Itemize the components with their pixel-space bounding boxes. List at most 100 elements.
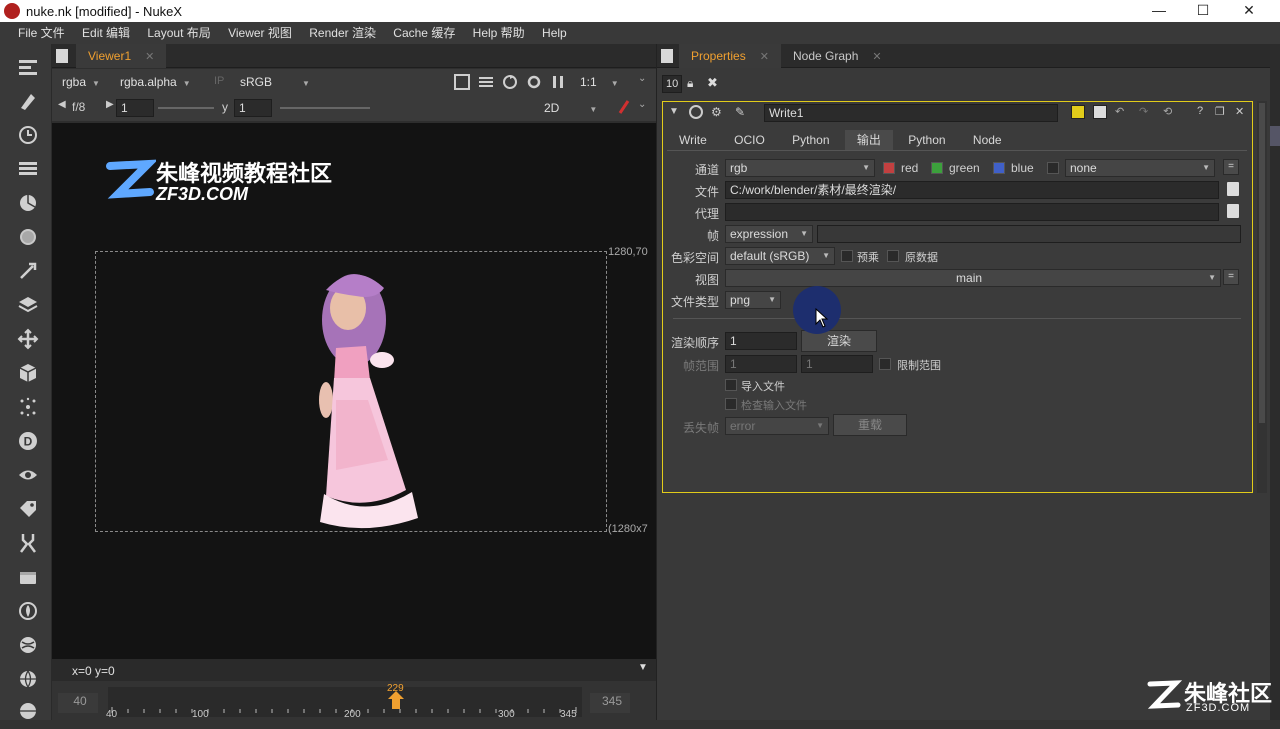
time-toolset-icon[interactable]	[15, 124, 41, 150]
view-mode-dropdown[interactable]: 2D ▼	[538, 99, 606, 117]
gain-field[interactable]: 1	[116, 99, 154, 117]
gamma-field[interactable]: 1	[234, 99, 272, 117]
gain-slider[interactable]	[158, 107, 214, 109]
properties-scrollbar[interactable]	[1257, 101, 1267, 493]
channels-select[interactable]: rgb ▼	[725, 159, 875, 177]
node-gl-color-swatch[interactable]	[1093, 105, 1107, 119]
redo-icon[interactable]: ↷	[1139, 105, 1148, 118]
menu-help[interactable]: Help	[535, 22, 574, 44]
read-file-checkbox[interactable]	[725, 379, 737, 391]
draw-toolset-icon[interactable]	[15, 90, 41, 116]
roi-icon[interactable]	[454, 74, 470, 90]
raw-data-checkbox[interactable]	[887, 250, 899, 262]
3d-toolset-icon[interactable]	[15, 362, 41, 388]
node-tab-python[interactable]: Python	[780, 130, 841, 150]
node-color-swatch[interactable]	[1071, 105, 1085, 119]
collapse-icon[interactable]: ⌄	[638, 73, 646, 84]
maximize-button[interactable]: ☐	[1180, 0, 1226, 22]
menu-edit[interactable]: Edit 编辑	[75, 22, 137, 44]
lock-icon[interactable]: 🔒︎	[687, 76, 693, 91]
node-tab-write[interactable]: Write	[667, 130, 719, 150]
color-toolset-icon[interactable]	[15, 192, 41, 218]
timeline-track[interactable]: 229 40 100 200 300 345	[106, 683, 582, 720]
file-browse-icon[interactable]	[1227, 182, 1239, 196]
filter-toolset-icon[interactable]	[15, 226, 41, 252]
menu-cache[interactable]: Cache 缓存	[386, 22, 462, 44]
menu-file[interactable]: File 文件	[11, 22, 72, 44]
frame-range-last-field[interactable]: 1	[801, 355, 873, 373]
node-tools-icon[interactable]: ✎	[735, 105, 745, 119]
menu-layout[interactable]: Layout 布局	[140, 22, 217, 44]
node-tab-output[interactable]: 输出	[844, 130, 893, 150]
menu-viewer[interactable]: Viewer 视图	[221, 22, 299, 44]
node-tab-ocio[interactable]: OCIO	[722, 130, 777, 150]
close-node-icon[interactable]: ✕	[1235, 105, 1244, 118]
node-tab-node[interactable]: Node	[961, 130, 1014, 150]
channels-link-button[interactable]: =	[1223, 159, 1239, 175]
menu-help-cn[interactable]: Help 帮助	[466, 22, 532, 44]
undo-icon[interactable]: ↶	[1115, 105, 1124, 118]
render-order-field[interactable]: 1	[725, 332, 797, 350]
panel-menu-icon[interactable]	[56, 49, 68, 63]
colorspace-select[interactable]: default (sRGB) ▼	[725, 247, 835, 265]
close-tab-icon[interactable]: ✕	[145, 51, 154, 63]
views-toolset-icon[interactable]	[15, 464, 41, 490]
zoom-dropdown[interactable]: 1:1 ▼	[574, 73, 628, 91]
lut-dropdown[interactable]: sRGB ▼	[234, 73, 310, 91]
close-button[interactable]: ✕	[1226, 0, 1272, 22]
frame-mode-select[interactable]: expression ▼	[725, 225, 813, 243]
close-properties-icon[interactable]: ✕	[760, 51, 769, 63]
node-name-field[interactable]: Write1	[764, 104, 1058, 122]
settings-icon[interactable]	[526, 74, 542, 90]
file-type-select[interactable]: png ▼	[725, 291, 781, 309]
views-link-button[interactable]: =	[1223, 269, 1239, 285]
globe-toolset-icon[interactable]	[15, 668, 41, 694]
clear-panels-icon[interactable]: ✖	[707, 75, 718, 91]
fstop-left-arrow-icon[interactable]: ◀	[58, 99, 66, 110]
close-node-graph-icon[interactable]: ✕	[872, 51, 881, 63]
tab-properties[interactable]: Properties ✕	[679, 44, 781, 68]
node-input-icon[interactable]: ⚙	[711, 105, 722, 119]
other-toolset-icon[interactable]	[15, 566, 41, 592]
green-checkbox[interactable]	[931, 162, 943, 174]
tab-node-graph[interactable]: Node Graph ✕	[781, 44, 894, 68]
pause-icon[interactable]	[550, 74, 566, 90]
furnace-toolset-icon[interactable]	[15, 600, 41, 626]
help-icon[interactable]: ?	[1197, 105, 1203, 117]
overlay-icon[interactable]	[478, 74, 494, 90]
gamma-slider[interactable]	[280, 107, 370, 109]
color-picker-icon[interactable]	[618, 99, 630, 115]
refresh-icon[interactable]	[502, 74, 518, 90]
image-toolset-icon[interactable]	[15, 56, 41, 82]
alpha-channel-checkbox[interactable]	[1047, 162, 1059, 174]
metadata-toolset-icon[interactable]	[15, 498, 41, 524]
status-expand-icon[interactable]: ▼	[638, 662, 648, 673]
file-path-field[interactable]: C:/work/blender/素材/最终渲染/	[725, 181, 1219, 199]
center-node-icon[interactable]	[689, 105, 703, 119]
proxy-browse-icon[interactable]	[1227, 204, 1239, 218]
timeline-end-field[interactable]: 345	[590, 693, 630, 713]
views-select[interactable]: main ▼	[725, 269, 1221, 287]
timeline-start-field[interactable]: 40	[58, 693, 98, 713]
node-tab-python-2[interactable]: Python	[896, 130, 957, 150]
tab-viewer1[interactable]: Viewer1 ✕	[76, 44, 167, 68]
proxy-path-field[interactable]	[725, 203, 1219, 221]
minimize-button[interactable]: —	[1136, 0, 1182, 22]
keyer-toolset-icon[interactable]	[15, 260, 41, 286]
blue-checkbox[interactable]	[993, 162, 1005, 174]
collapse-icon-2[interactable]: ⌄	[638, 99, 646, 110]
alpha-dropdown[interactable]: rgba.alpha ▼	[114, 73, 197, 91]
reload-button[interactable]: 重载	[833, 414, 907, 436]
menu-render[interactable]: Render 渲染	[302, 22, 383, 44]
transform-toolset-icon[interactable]	[15, 328, 41, 354]
fstop-right-arrow-icon[interactable]: ▶	[106, 99, 114, 110]
particles-toolset-icon[interactable]	[15, 396, 41, 422]
channels-dropdown[interactable]: rgba ▼	[56, 73, 106, 91]
scrollbar-thumb[interactable]	[1259, 103, 1265, 423]
max-panels-field[interactable]: 10	[662, 75, 682, 93]
missing-frames-select[interactable]: error ▼	[725, 417, 829, 435]
panel-menu-icon-2[interactable]	[661, 49, 673, 63]
toolsets-toolset-icon[interactable]	[15, 532, 41, 558]
red-checkbox[interactable]	[883, 162, 895, 174]
gizmo-toolset-icon[interactable]	[15, 700, 41, 726]
